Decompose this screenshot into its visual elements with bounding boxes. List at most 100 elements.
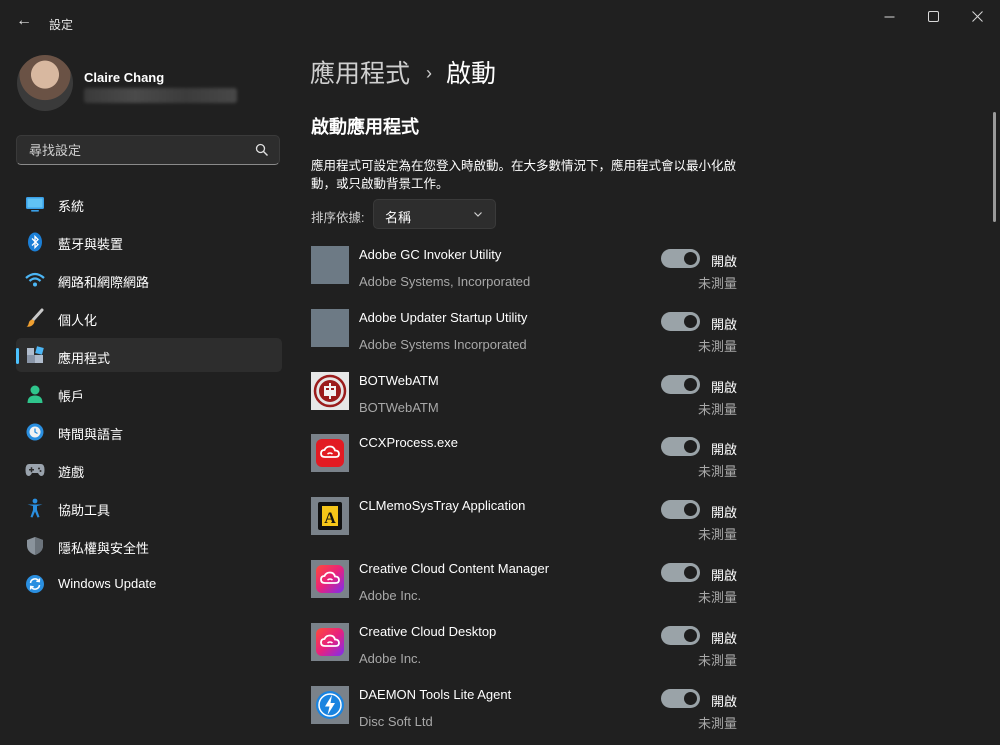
toggle-state-label: 開啟 (711, 693, 738, 709)
toggle-knob (684, 377, 697, 391)
startup-app-row: BOTWebATM BOTWebATM 開啟 未測量 (311, 369, 741, 432)
person-icon (25, 384, 45, 404)
toggle-state-label: 開啟 (711, 442, 738, 458)
back-button[interactable]: ← (14, 12, 34, 30)
daemon-tools-icon (311, 685, 349, 724)
app-name: Creative Cloud Desktop (359, 623, 497, 639)
sidebar-item-privacy[interactable]: 隱私權與安全性 (16, 528, 282, 562)
maximize-button[interactable] (918, 8, 948, 26)
startup-toggle[interactable] (661, 437, 700, 457)
brush-icon (25, 308, 45, 328)
toggle-knob (684, 565, 697, 579)
scrollbar-thumb[interactable] (993, 112, 996, 222)
sidebar-item-system[interactable]: 系統 (16, 186, 282, 220)
bluetooth-icon (25, 232, 45, 252)
startup-impact: 未測量 (698, 401, 738, 417)
toggle-knob (684, 314, 697, 328)
startup-app-row: Adobe Updater Startup Utility Adobe Syst… (311, 306, 741, 369)
app-publisher: Adobe Inc. (359, 650, 422, 666)
startup-toggle[interactable] (661, 311, 700, 331)
breadcrumb-parent[interactable]: 應用程式 (310, 60, 410, 88)
sidebar-item-label: 遊戲 (58, 465, 85, 480)
minimize-button[interactable] (874, 8, 904, 26)
close-button[interactable] (962, 8, 992, 26)
sort-dropdown[interactable]: 名稱 (373, 199, 496, 229)
sidebar-item-windows-update[interactable]: Windows Update (16, 566, 282, 600)
startup-toggle[interactable] (661, 374, 700, 394)
title-bar: ← 設定 (0, 0, 1000, 40)
toggle-state-label: 開啟 (711, 316, 738, 332)
section-title: 啟動應用程式 (311, 117, 419, 137)
app-publisher: Adobe Inc. (359, 587, 422, 603)
sidebar-item-label: 應用程式 (58, 351, 111, 366)
search-box[interactable] (16, 135, 280, 165)
search-icon[interactable] (255, 143, 269, 157)
app-publisher: Disc Soft Ltd (359, 713, 433, 729)
profile-name: Claire Chang (84, 70, 165, 85)
wifi-icon (25, 270, 45, 290)
maximize-icon (927, 11, 939, 22)
sidebar-nav: 系統 藍牙與裝置 網路和網際網路 個人化 應用程式 帳戶 時間與語言 遊戲 協助… (16, 186, 282, 604)
startup-toggle[interactable] (661, 249, 700, 268)
startup-impact: 未測量 (698, 276, 738, 291)
monitor-icon (25, 194, 45, 214)
page-title: 啟動 (446, 60, 497, 88)
sidebar-item-bluetooth[interactable]: 藍牙與裝置 (16, 224, 282, 258)
startup-toggle[interactable] (661, 688, 700, 708)
toggle-state-label: 開啟 (711, 379, 738, 395)
sidebar-item-label: 系統 (58, 199, 85, 214)
sidebar-item-accounts[interactable]: 帳戶 (16, 376, 282, 410)
app-publisher: Adobe Systems Incorporated (359, 336, 527, 352)
startup-app-row: Adobe GC Invoker Utility Adobe Systems, … (311, 243, 741, 306)
profile-email-redacted (84, 88, 237, 103)
section-description: 應用程式可設定為在您登入時啟動。在大多數情況下，應用程式會以最小化啟動，或只啟動… (311, 159, 737, 191)
toggle-state-label: 開啟 (711, 254, 738, 269)
startup-impact: 未測量 (698, 589, 738, 605)
app-name: Creative Cloud Content Manager (359, 560, 550, 576)
startup-impact: 未測量 (698, 715, 738, 731)
sort-label: 排序依據: (311, 211, 365, 225)
app-publisher: Adobe Systems, Incorporated (359, 274, 531, 289)
app-name: CLMemoSysTray Application (359, 498, 526, 514)
startup-toggle[interactable] (661, 562, 700, 582)
botwebatm-icon (311, 371, 349, 410)
sidebar-item-label: 帳戶 (58, 389, 85, 404)
app-name: Adobe GC Invoker Utility (359, 247, 502, 262)
window-title: 設定 (49, 18, 74, 32)
close-icon (971, 11, 983, 22)
app-name: Adobe Updater Startup Utility (359, 309, 528, 325)
sort-dropdown-value: 名稱 (385, 210, 412, 225)
app-name: DAEMON Tools Lite Agent (359, 686, 512, 702)
svg-text:A: A (324, 510, 336, 527)
app-name: CCXProcess.exe (359, 435, 458, 451)
creative-cloud-red-icon (311, 434, 349, 473)
sidebar-item-personalization[interactable]: 個人化 (16, 300, 282, 334)
startup-app-row: CCXProcess.exe 開啟 未測量 (311, 431, 741, 494)
clmemo-icon: A (311, 497, 349, 536)
sidebar-item-label: 網路和網際網路 (58, 275, 150, 290)
creative-cloud-icon (311, 622, 349, 661)
toggle-state-label: 開啟 (711, 567, 738, 583)
gamepad-icon (25, 460, 45, 480)
startup-app-row: Creative Cloud Desktop Adobe Inc. 開啟 未測量 (311, 620, 741, 683)
shield-icon (25, 536, 45, 556)
startup-toggle[interactable] (661, 625, 700, 645)
sidebar-item-apps[interactable]: 應用程式 (16, 338, 282, 372)
creative-cloud-icon (311, 559, 349, 598)
startup-toggle[interactable] (661, 500, 700, 520)
sidebar-item-accessibility[interactable]: 協助工具 (16, 490, 282, 524)
breadcrumb: 應用程式 › 啟動 (310, 54, 496, 90)
update-icon (25, 574, 45, 594)
search-input[interactable] (27, 142, 251, 159)
startup-impact: 未測量 (698, 464, 738, 480)
sidebar-item-label: 時間與語言 (58, 427, 124, 442)
breadcrumb-chevron-icon: › (426, 63, 433, 83)
sidebar-item-time-language[interactable]: 時間與語言 (16, 414, 282, 448)
sidebar-item-gaming[interactable]: 遊戲 (16, 452, 282, 486)
placeholder-icon (311, 246, 349, 284)
clock-globe-icon (25, 422, 45, 442)
toggle-knob (684, 252, 697, 265)
startup-impact: 未測量 (698, 338, 738, 354)
sidebar-item-label: 隱私權與安全性 (58, 541, 150, 556)
sidebar-item-network[interactable]: 網路和網際網路 (16, 262, 282, 296)
